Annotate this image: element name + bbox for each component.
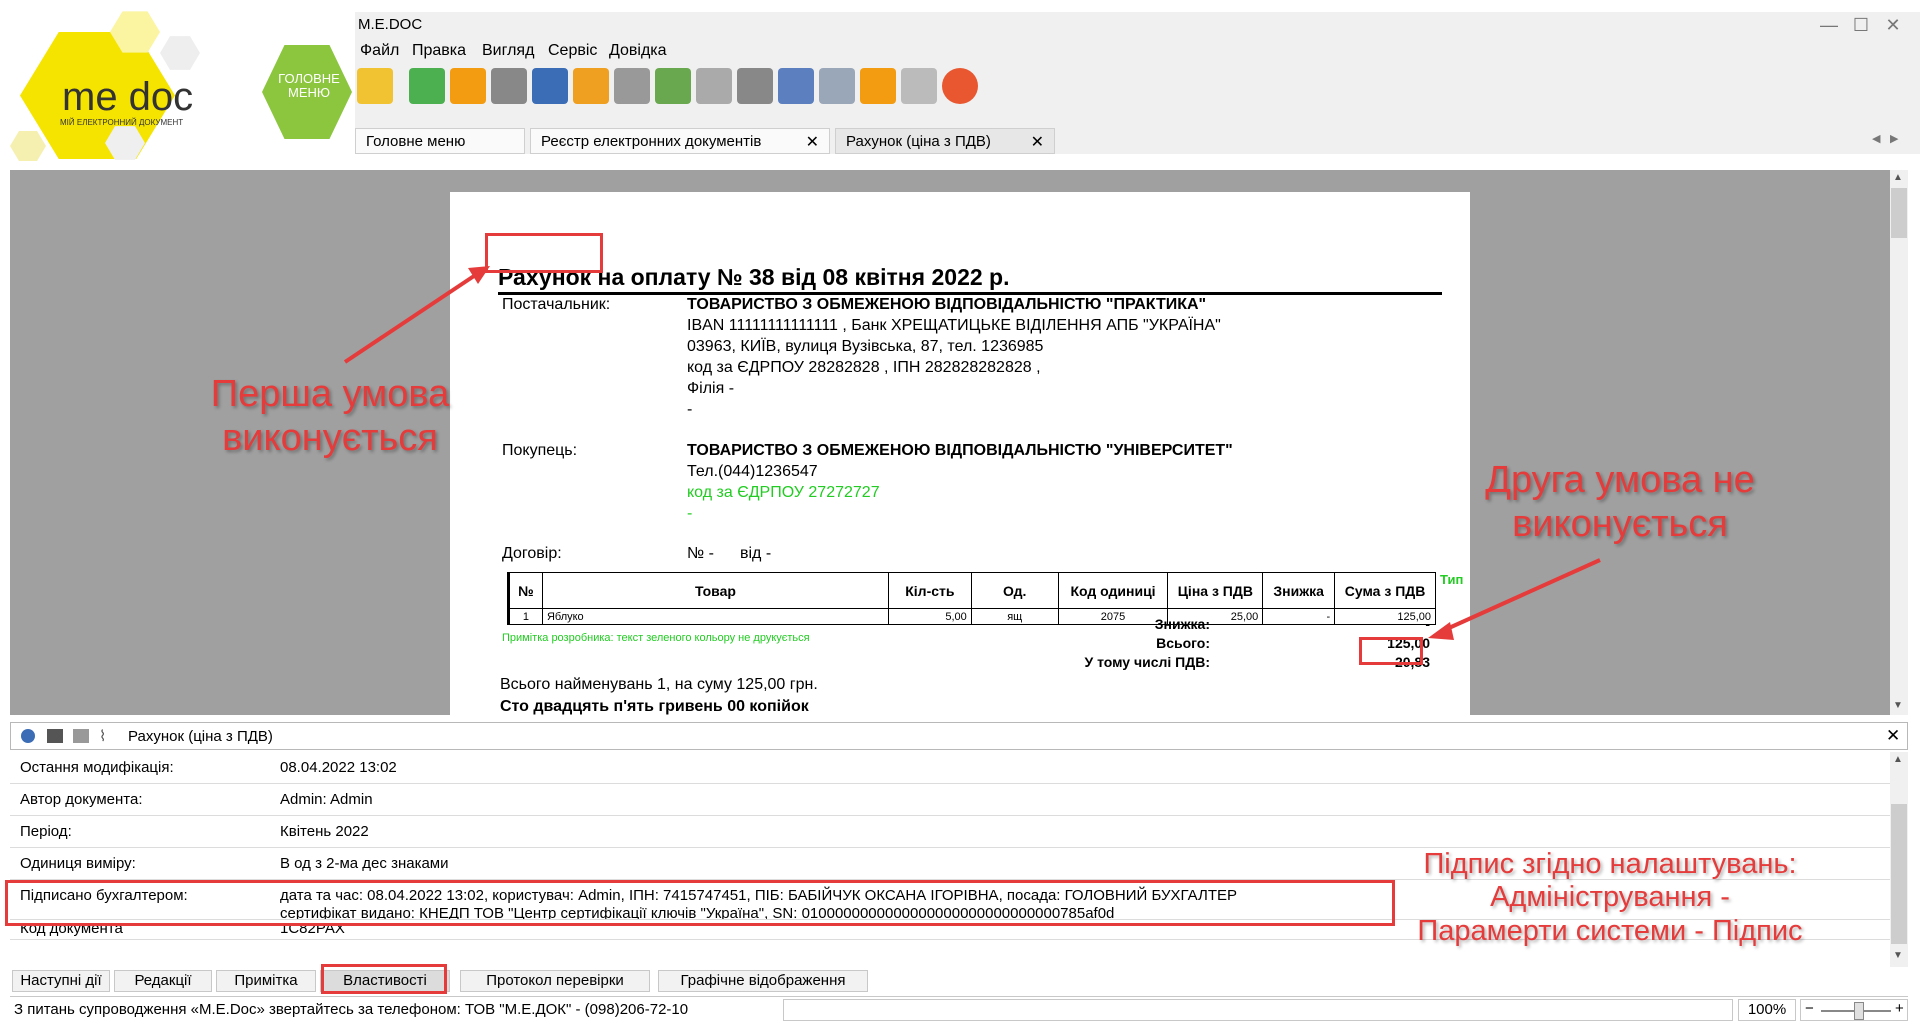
annotation-line: Парамерти системи - Підпис (1417, 914, 1803, 947)
arrow-line (343, 270, 482, 364)
arrow-head (1428, 622, 1454, 640)
annotation-signature-settings: Підпис згідно налаштувань: Адмініструван… (1400, 848, 1820, 948)
annotation-second-condition: Друга умова не виконується (1470, 459, 1770, 546)
annotation-line: Перша умова (210, 373, 450, 415)
annotation-first-condition: Перша умова виконується (195, 373, 465, 460)
arrow-line (1439, 558, 1601, 634)
annotation-line: Адміністрування - (1490, 881, 1730, 914)
arrow-head (468, 266, 490, 284)
annotation-line: виконується (1512, 502, 1728, 545)
annotation-line: Друга умова не (1485, 459, 1755, 501)
annotation-line: виконується (222, 416, 438, 459)
annotation-line: Підпис згідно налаштувань: (1423, 848, 1797, 880)
